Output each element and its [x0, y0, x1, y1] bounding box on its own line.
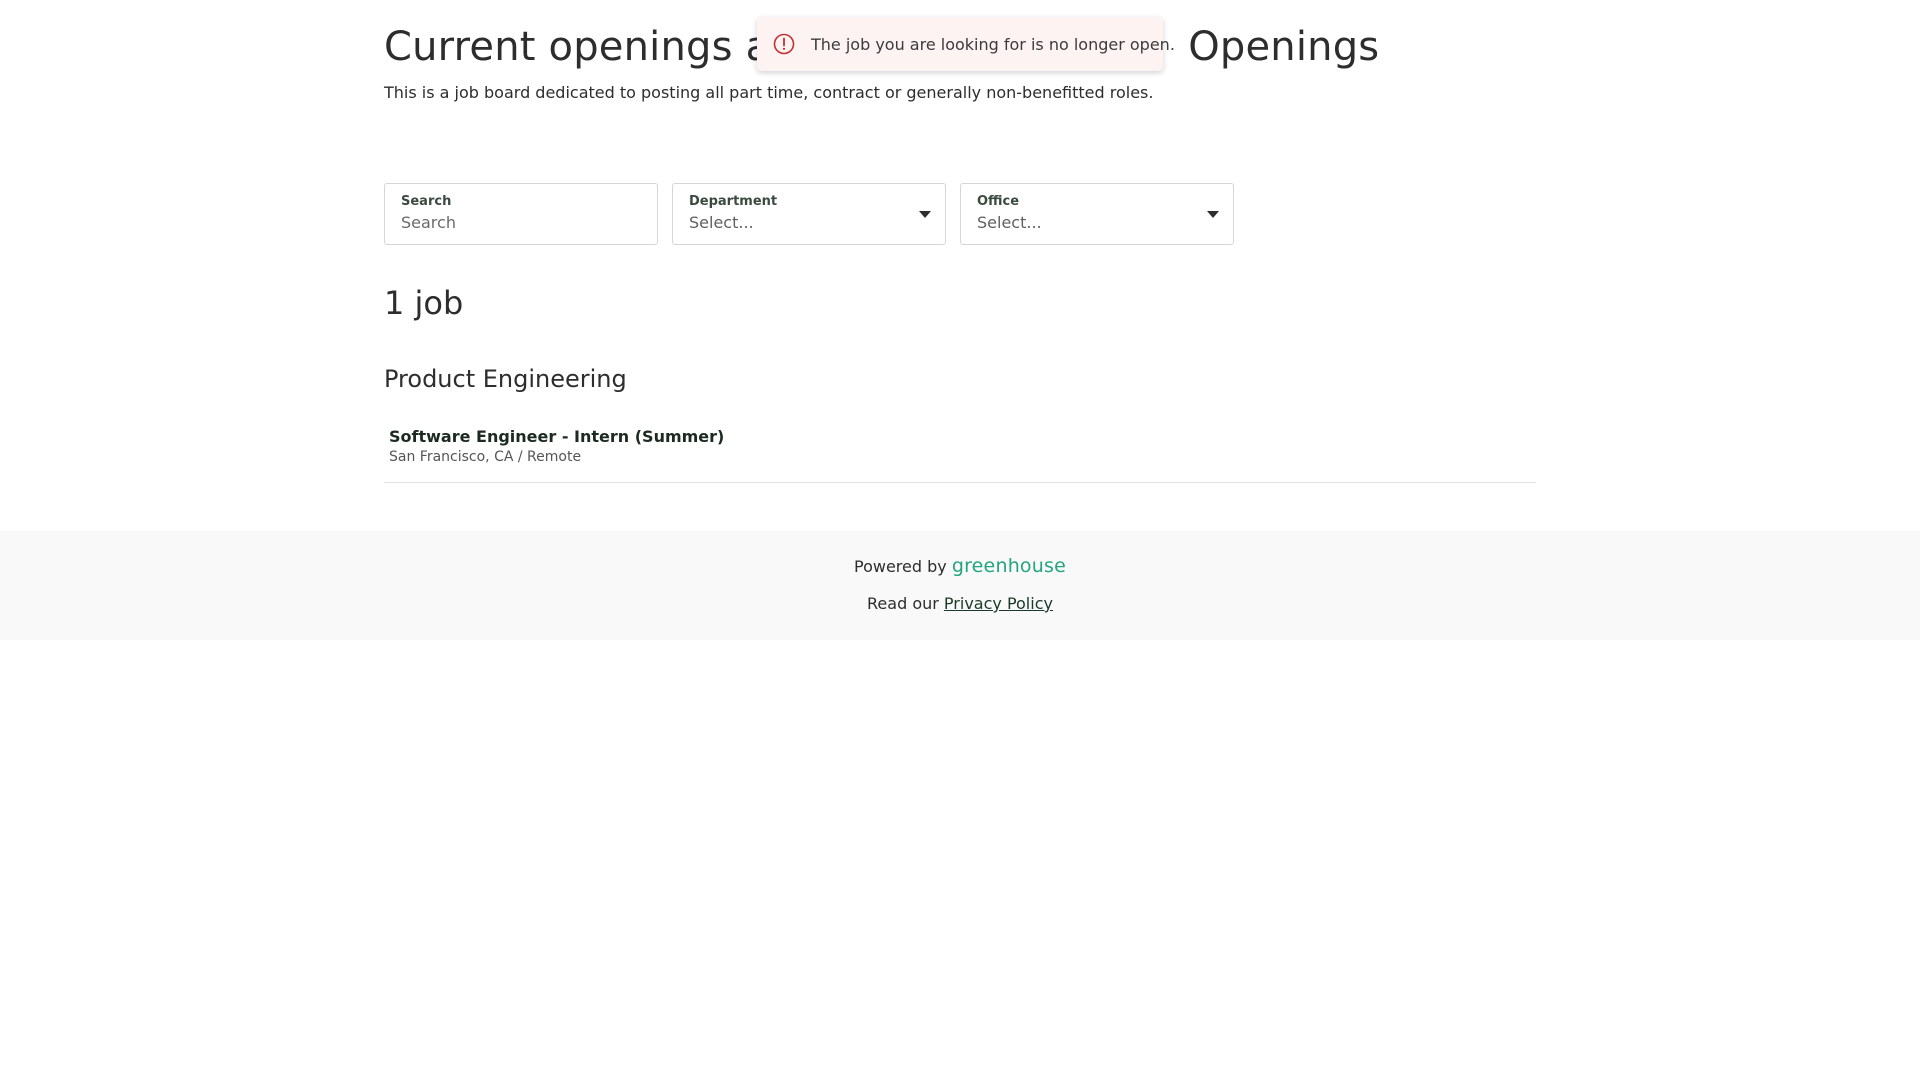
chevron-down-icon[interactable] — [1207, 211, 1219, 218]
error-toast: The job you are looking for is no longer… — [757, 17, 1175, 71]
powered-by: Powered by greenhouse — [0, 555, 1920, 577]
department-label: Department — [689, 194, 778, 209]
page-title-right: Openings — [1188, 24, 1380, 70]
department-value: Select... — [689, 213, 754, 232]
department-heading: Product Engineering — [384, 365, 627, 393]
alert-circle-icon — [773, 32, 795, 56]
department-select[interactable]: Department Select... — [672, 183, 946, 245]
page-title-left: Current openings at — [384, 24, 787, 70]
chevron-down-icon[interactable] — [919, 211, 931, 218]
office-select[interactable]: Office Select... — [960, 183, 1234, 245]
filters-bar: Search Department Select... Office Selec… — [384, 183, 1234, 245]
search-filter[interactable]: Search — [384, 183, 658, 245]
search-label: Search — [401, 194, 452, 209]
privacy-line: Read our Privacy Policy — [0, 594, 1920, 613]
read-our-label: Read our — [867, 594, 939, 613]
search-input[interactable] — [401, 213, 641, 232]
toast-message: The job you are looking for is no longer… — [811, 34, 1175, 54]
job-title-link[interactable]: Software Engineer - Intern (Summer) — [389, 427, 1536, 446]
page-description: This is a job board dedicated to posting… — [384, 83, 1154, 102]
page: Current openings at Openings This is a jo… — [0, 0, 1920, 1080]
job-count: 1 job — [384, 284, 464, 322]
job-listing-row[interactable]: Software Engineer - Intern (Summer) San … — [384, 420, 1536, 483]
greenhouse-logo[interactable]: greenhouse — [952, 555, 1066, 577]
office-label: Office — [977, 194, 1020, 209]
office-value: Select... — [977, 213, 1042, 232]
privacy-policy-link[interactable]: Privacy Policy — [944, 594, 1053, 613]
powered-by-label: Powered by — [853, 557, 947, 576]
footer: Powered by greenhouse Read our Privacy P… — [0, 531, 1920, 640]
job-location: San Francisco, CA / Remote — [389, 449, 582, 465]
